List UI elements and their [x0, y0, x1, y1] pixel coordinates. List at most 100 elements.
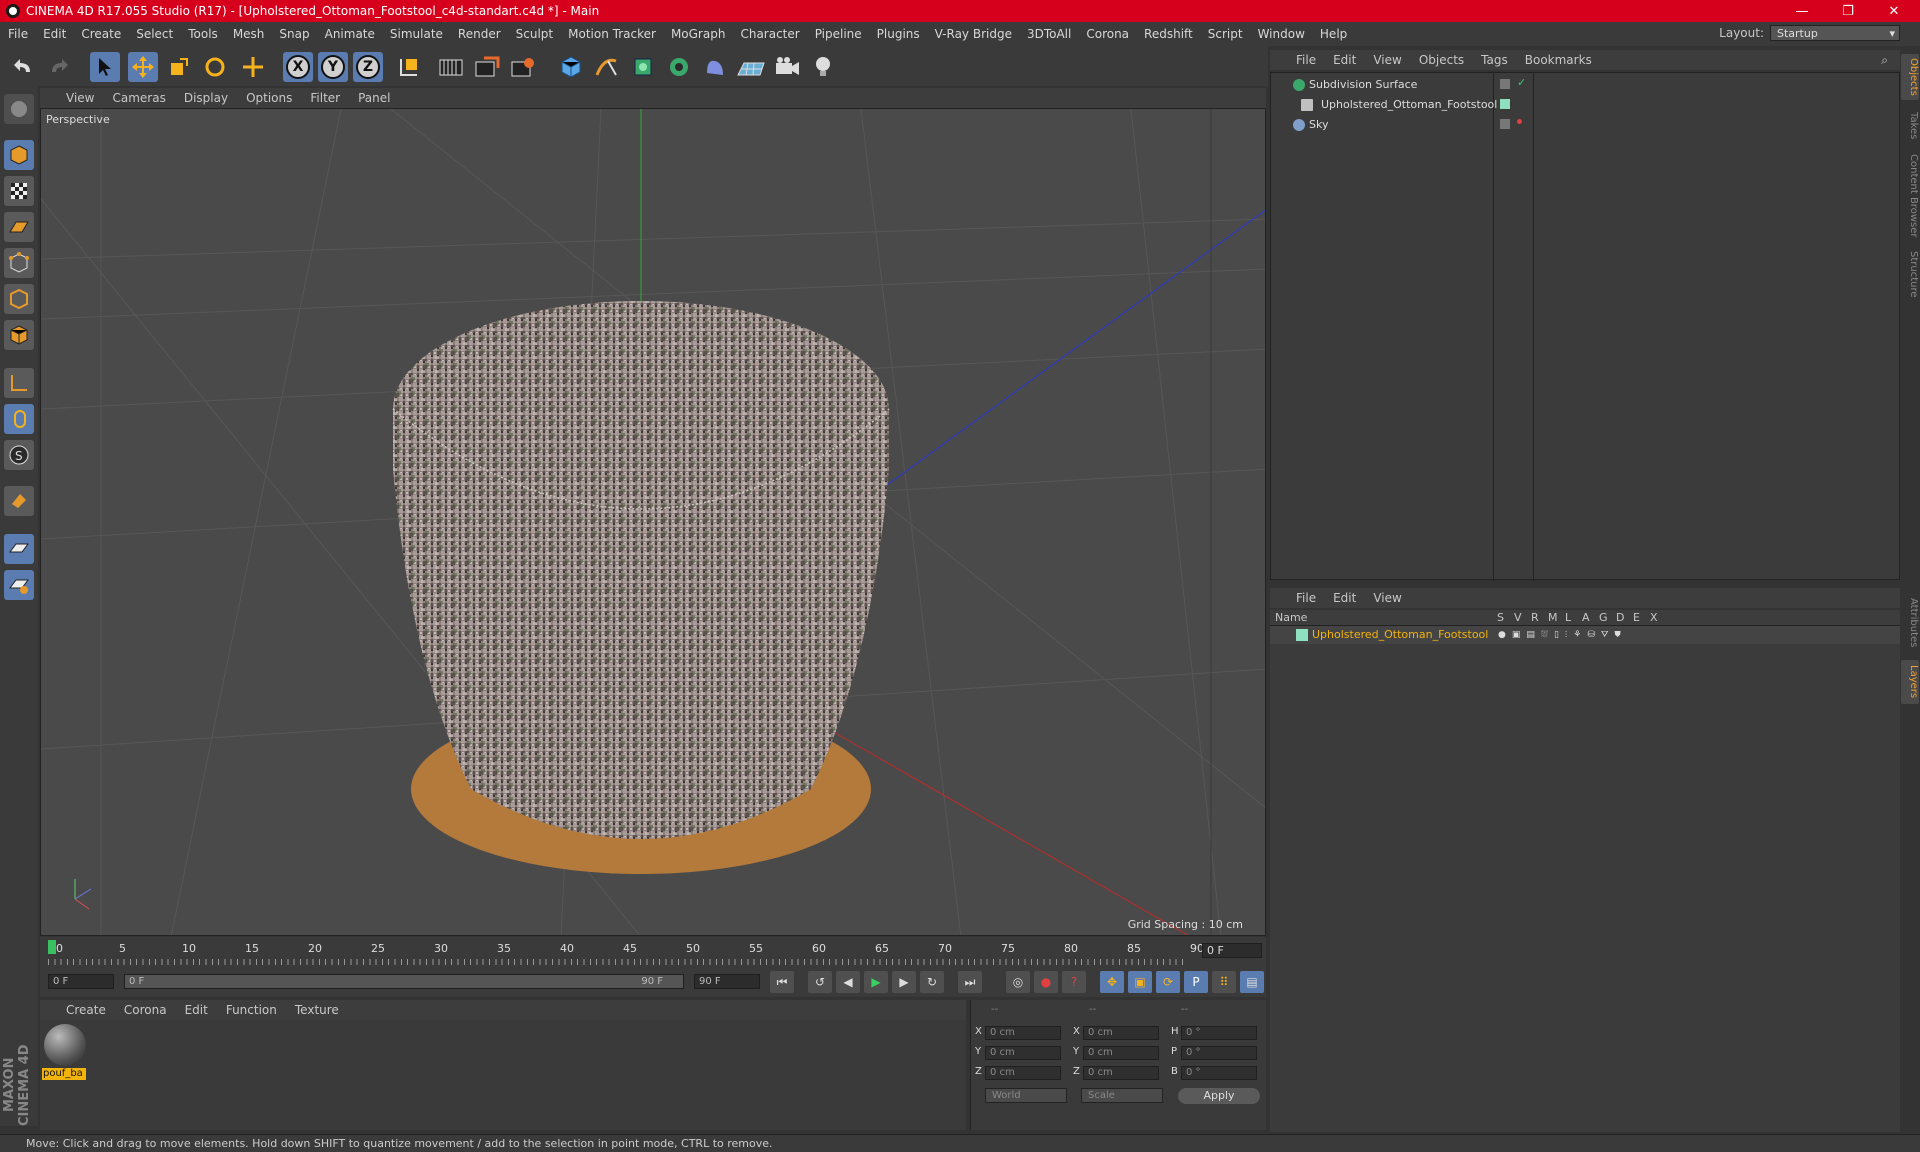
render-off-dot-icon[interactable] — [1517, 119, 1522, 124]
y-axis-lock-button[interactable]: Y — [318, 52, 348, 82]
workplane-mode-icon[interactable] — [4, 212, 34, 242]
layer-menu-view[interactable]: View — [1373, 591, 1401, 605]
texture-mode-icon[interactable] — [4, 176, 34, 206]
tab-attributes[interactable]: Attributes — [1901, 590, 1919, 656]
render-picture-viewer-icon[interactable] — [472, 52, 502, 82]
menu-pipeline[interactable]: Pipeline — [815, 27, 862, 41]
menu-mesh[interactable]: Mesh — [233, 27, 265, 41]
menu-3dtoall[interactable]: 3DToAll — [1027, 27, 1071, 41]
rot-b-field[interactable]: 0 ° — [1181, 1066, 1257, 1080]
object-menu-objects[interactable]: Objects — [1419, 53, 1464, 67]
object-menu-view[interactable]: View — [1373, 53, 1401, 67]
subdivision-surface-icon[interactable] — [628, 52, 658, 82]
maximize-button[interactable]: ❐ — [1826, 0, 1870, 22]
menu-select[interactable]: Select — [136, 27, 173, 41]
close-button[interactable]: ✕ — [1872, 0, 1916, 22]
material-swatch[interactable]: pouf_ba — [40, 1020, 90, 1084]
cube-object-icon[interactable] — [556, 52, 586, 82]
make-editable-icon[interactable] — [4, 94, 34, 124]
auto-keying-icon[interactable]: ● — [1034, 971, 1058, 993]
move-tool-icon[interactable] — [128, 52, 158, 82]
layer-color-icon[interactable] — [1500, 99, 1510, 109]
render-view-icon[interactable] — [436, 52, 466, 82]
key-rotation-icon[interactable]: ⟳ — [1156, 971, 1180, 993]
material-menu-texture[interactable]: Texture — [295, 1003, 339, 1017]
perspective-viewport[interactable]: Perspective Grid Spacing : 10 cm — [40, 108, 1266, 936]
object-menu-tags[interactable]: Tags — [1481, 53, 1508, 67]
layer-menu-file[interactable]: File — [1296, 591, 1316, 605]
axis-mode-icon[interactable] — [4, 368, 34, 398]
size-y-field[interactable]: 0 cm — [1083, 1046, 1159, 1060]
current-frame-field[interactable]: 0 F — [1202, 943, 1262, 958]
key-scale-icon[interactable]: ▣ — [1128, 971, 1152, 993]
model-mode-icon[interactable] — [4, 140, 34, 170]
timeline-window-icon[interactable]: ▤ — [1240, 971, 1264, 993]
menu-motion-tracker[interactable]: Motion Tracker — [568, 27, 656, 41]
points-mode-icon[interactable] — [4, 248, 34, 278]
spline-pen-icon[interactable] — [592, 52, 622, 82]
material-menu-edit[interactable]: Edit — [185, 1003, 208, 1017]
cloner-icon[interactable] — [664, 52, 694, 82]
redo-icon[interactable] — [44, 52, 74, 82]
layer-menu-edit[interactable]: Edit — [1333, 591, 1356, 605]
material-menu-create[interactable]: Create — [66, 1003, 106, 1017]
viewport-menu-cameras[interactable]: Cameras — [112, 91, 165, 105]
minimize-button[interactable]: — — [1780, 0, 1824, 22]
next-frame-icon[interactable]: ▶ — [892, 971, 916, 993]
object-menu-bookmarks[interactable]: Bookmarks — [1525, 53, 1592, 67]
x-axis-lock-button[interactable]: X — [283, 52, 313, 82]
edges-mode-icon[interactable] — [4, 284, 34, 314]
object-menu-edit[interactable]: Edit — [1333, 53, 1356, 67]
enabled-check-icon[interactable]: ✓ — [1517, 76, 1526, 89]
frame-range-slider[interactable]: 0 F 90 F — [124, 974, 684, 989]
keyframe-selection-icon[interactable]: ? — [1062, 971, 1086, 993]
magnet-icon[interactable] — [4, 486, 34, 516]
coordinate-mode-dropdown[interactable]: World — [985, 1088, 1067, 1103]
deformer-icon[interactable] — [700, 52, 730, 82]
floor-environment-icon[interactable] — [736, 52, 766, 82]
size-z-field[interactable]: 0 cm — [1083, 1066, 1159, 1080]
undo-icon[interactable] — [8, 52, 38, 82]
viewport-menu-view[interactable]: View — [66, 91, 94, 105]
menu-help[interactable]: Help — [1320, 27, 1347, 41]
light-icon[interactable] — [808, 52, 838, 82]
size-x-field[interactable]: 0 cm — [1083, 1026, 1159, 1040]
start-frame-field[interactable]: 0 F — [48, 974, 114, 989]
tab-structure[interactable]: Structure — [1901, 246, 1919, 302]
ottoman-model[interactable] — [392, 301, 890, 874]
play-icon[interactable]: ▶ — [864, 971, 888, 993]
menu-plugins[interactable]: Plugins — [877, 27, 920, 41]
previous-key-icon[interactable]: ↺ — [808, 971, 832, 993]
z-axis-lock-button[interactable]: Z — [353, 52, 383, 82]
select-tool-icon[interactable] — [90, 52, 120, 82]
scale-tool-icon[interactable] — [164, 52, 194, 82]
viewport-menu-panel[interactable]: Panel — [358, 91, 390, 105]
apply-button[interactable]: Apply — [1178, 1088, 1260, 1104]
material-menu-function[interactable]: Function — [226, 1003, 277, 1017]
menu-window[interactable]: Window — [1258, 27, 1305, 41]
go-to-start-icon[interactable]: ⏮ — [770, 971, 794, 993]
menu-simulate[interactable]: Simulate — [390, 27, 443, 41]
coordinate-system-icon[interactable] — [394, 52, 424, 82]
live-selection-icon[interactable] — [238, 52, 268, 82]
pos-x-field[interactable]: 0 cm — [985, 1026, 1061, 1040]
layer-row[interactable]: Upholstered_Ottoman_Footstool ●▣▤⛆▯⫶⚘⛁⛛⛊ — [1270, 626, 1900, 644]
camera-icon[interactable] — [772, 52, 802, 82]
viewport-menu-display[interactable]: Display — [184, 91, 228, 105]
layer-toggle-icons[interactable]: ●▣▤⛆▯⫶⚘⛁⛛⛊ — [1498, 630, 1627, 640]
key-position-icon[interactable]: ✥ — [1100, 971, 1124, 993]
pos-y-field[interactable]: 0 cm — [985, 1046, 1061, 1060]
object-row-subdivision-surface[interactable]: Subdivision Surface ✓ — [1271, 75, 1901, 95]
polygons-mode-icon[interactable] — [4, 320, 34, 350]
menu-corona[interactable]: Corona — [1086, 27, 1129, 41]
record-keys-icon[interactable]: ◎ — [1006, 971, 1030, 993]
viewport-menu-filter[interactable]: Filter — [310, 91, 340, 105]
pos-z-field[interactable]: 0 cm — [985, 1066, 1061, 1080]
menu-tools[interactable]: Tools — [188, 27, 218, 41]
go-to-end-icon[interactable]: ⏭ — [958, 971, 982, 993]
key-pla-icon[interactable]: ⠿ — [1212, 971, 1236, 993]
menu-vray-bridge[interactable]: V-Ray Bridge — [935, 27, 1012, 41]
object-row-ottoman[interactable]: Upholstered_Ottoman_Footstool — [1271, 95, 1901, 115]
size-mode-dropdown[interactable]: Scale — [1081, 1088, 1163, 1103]
tab-layers[interactable]: Layers — [1901, 660, 1919, 704]
